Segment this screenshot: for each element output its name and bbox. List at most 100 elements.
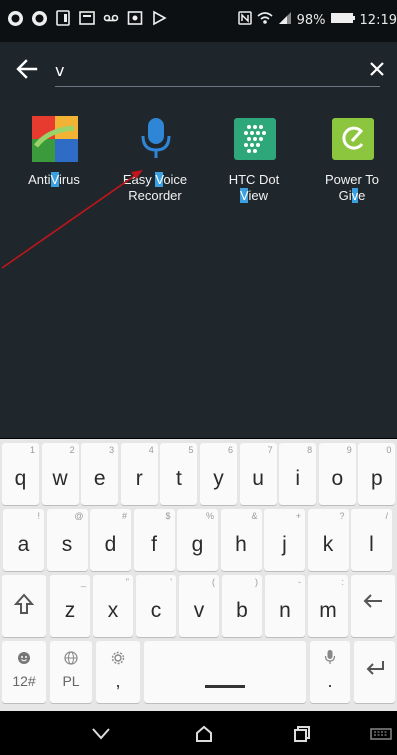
key-hint-label: + xyxy=(295,511,301,521)
key-label: x xyxy=(107,599,119,622)
key-label: d xyxy=(104,533,117,556)
key-r[interactable]: 4r xyxy=(120,443,158,505)
whatsapp-icon xyxy=(30,9,48,27)
symbols-emoji-key[interactable]: 12# xyxy=(2,641,46,703)
key-k[interactable]: ? k xyxy=(307,509,349,571)
key-hint-label: ' xyxy=(170,577,172,587)
back-button[interactable] xyxy=(14,56,40,82)
key-hint-label: $ xyxy=(165,511,171,521)
key-a[interactable]: ! a xyxy=(3,509,44,571)
clear-search-button[interactable] xyxy=(368,60,386,78)
key-l[interactable]: / l xyxy=(351,509,392,571)
key-hint-label: 6 xyxy=(227,445,233,455)
key-label: b xyxy=(236,599,248,622)
key-m[interactable]: :m xyxy=(308,575,348,637)
battery-percent: 98% xyxy=(296,12,326,28)
key-hint-label: ( xyxy=(212,577,215,587)
key-label: u xyxy=(252,467,264,490)
search-bar xyxy=(0,42,397,98)
whatsapp-icon xyxy=(6,9,24,27)
key-label: 12# xyxy=(12,673,36,689)
key-label: n xyxy=(279,599,291,622)
key-t[interactable]: 5t xyxy=(160,443,198,505)
tablet-icon xyxy=(54,9,72,27)
key-y[interactable]: 6y xyxy=(200,443,237,505)
status-bar: 98% 12:19 xyxy=(0,0,397,42)
key-o[interactable]: 9o xyxy=(318,443,356,505)
key-hint-label: ! xyxy=(37,511,40,521)
key-label: c xyxy=(150,599,162,622)
nav-home-button[interactable] xyxy=(191,721,217,747)
key-label: g xyxy=(191,533,204,556)
key-label: z xyxy=(64,599,76,622)
app-label: Power To Give xyxy=(325,172,379,203)
navigation-bar xyxy=(0,711,397,755)
key-w[interactable]: 2w xyxy=(41,443,79,505)
key-n[interactable]: -n xyxy=(265,575,305,637)
nav-back-button[interactable] xyxy=(88,721,114,747)
signal-icon xyxy=(278,11,292,29)
key-d[interactable]: # d xyxy=(90,509,131,571)
key-h[interactable]: & h xyxy=(220,509,262,571)
key-z[interactable]: _ z xyxy=(50,575,90,637)
email-icon xyxy=(78,9,96,27)
key-q[interactable]: 1q xyxy=(2,443,39,505)
key-label: j xyxy=(282,533,287,556)
key-label: f xyxy=(151,533,157,556)
key-hint-label: : xyxy=(341,577,344,587)
keyboard: 1 q 2 w 3 e 4 r 5 t 6 y 7 u 8 i 9 o 0 p! a @ s # d $ f% g & h + j? k / l _ z… xyxy=(0,439,397,711)
key-c[interactable]: ' c xyxy=(136,575,176,637)
key-hint-label: - xyxy=(298,577,301,587)
key-x[interactable]: " x xyxy=(93,575,133,637)
enter-key[interactable] xyxy=(354,641,395,703)
key-label: q xyxy=(14,467,27,490)
search-underline xyxy=(55,86,380,87)
wifi-icon xyxy=(257,11,273,29)
key-label: i xyxy=(295,467,301,490)
key-hint-label: 1 xyxy=(29,445,35,455)
comma-key[interactable]: , xyxy=(96,641,140,703)
cast-icon xyxy=(126,9,144,27)
key-hint-label: ) xyxy=(255,577,258,587)
key-f[interactable]: $ f xyxy=(133,509,175,571)
key-hint-label: 3 xyxy=(109,445,115,455)
key-hint-label: 7 xyxy=(267,445,273,455)
key-label: o xyxy=(331,467,344,490)
backspace-icon xyxy=(351,593,395,609)
nav-keyboard-button[interactable] xyxy=(368,721,394,747)
key-hint-label: 2 xyxy=(69,445,75,455)
key-b[interactable]: ) b xyxy=(222,575,262,637)
globe-icon xyxy=(50,651,92,665)
key-j[interactable]: + j xyxy=(264,509,305,571)
search-input[interactable] xyxy=(55,56,365,84)
key-label: . xyxy=(327,671,333,691)
app-result-htc-dot-view[interactable]: HTC Dot View xyxy=(209,110,299,220)
language-key[interactable]: PL xyxy=(50,641,92,703)
key-v[interactable]: (v xyxy=(179,575,219,637)
nav-recents-button[interactable] xyxy=(289,721,315,747)
key-hint-label: @ xyxy=(74,511,84,521)
backspace-key[interactable] xyxy=(351,575,395,637)
recents-icon xyxy=(294,726,310,742)
key-hint-label: / xyxy=(385,511,388,521)
key-hint-label: 9 xyxy=(346,445,352,455)
key-p[interactable]: 0p xyxy=(358,443,396,505)
key-label: PL xyxy=(62,673,80,689)
chevron-down-icon xyxy=(92,728,110,740)
key-e[interactable]: 3e xyxy=(81,443,119,505)
key-s[interactable]: @ s xyxy=(46,509,88,571)
app-label: HTC Dot View xyxy=(228,172,280,203)
app-result-power-to-give[interactable]: Power To Give xyxy=(307,110,397,220)
keyboard-icon xyxy=(370,728,392,740)
key-hint-label: 5 xyxy=(188,445,194,455)
key-i[interactable]: 8i xyxy=(279,443,317,505)
key-u[interactable]: 7u xyxy=(239,443,277,505)
shift-key[interactable] xyxy=(2,575,46,637)
nfc-icon xyxy=(237,11,252,29)
period-mic-key[interactable]: . xyxy=(310,641,350,703)
spacebar[interactable] xyxy=(144,641,306,703)
key-hint-label: " xyxy=(125,577,129,587)
key-g[interactable]: % g xyxy=(177,509,218,571)
key-hint-label: 8 xyxy=(307,445,313,455)
key-hint-label: _ xyxy=(80,577,86,587)
